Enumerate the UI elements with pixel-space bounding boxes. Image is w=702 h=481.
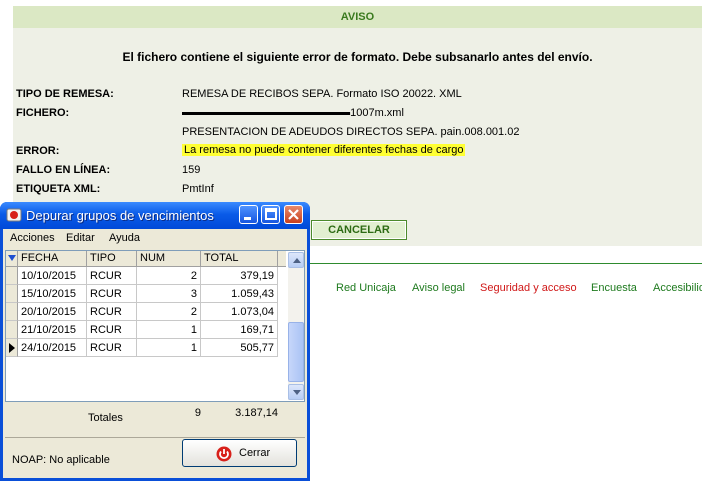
close-window-button[interactable] (284, 205, 303, 224)
header-fecha[interactable]: FECHA (18, 251, 87, 266)
fichero-value: 1007m.xml (182, 107, 404, 119)
table-row[interactable]: 10/10/2015 RCUR 2 379,19 (6, 267, 286, 285)
footer-link-red-unicaja[interactable]: Red Unicaja (336, 282, 396, 294)
cell-num[interactable]: 2 (137, 303, 201, 321)
cell-tipo[interactable]: RCUR (87, 339, 137, 357)
cell-fecha[interactable]: 21/10/2015 (18, 321, 87, 339)
scroll-down-button[interactable] (288, 384, 304, 400)
cell-fecha[interactable]: 24/10/2015 (18, 339, 87, 357)
cell-total[interactable]: 169,71 (201, 321, 278, 339)
fichero-description: PRESENTACION DE ADEUDOS DIRECTOS SEPA. p… (182, 126, 520, 138)
cell-num[interactable]: 2 (137, 267, 201, 285)
row-selector[interactable] (6, 285, 18, 303)
cell-tipo[interactable]: RCUR (87, 267, 137, 285)
arrow-up-icon (293, 258, 301, 263)
cell-fecha[interactable]: 15/10/2015 (18, 285, 87, 303)
cell-total[interactable]: 1.073,04 (201, 303, 278, 321)
cell-tipo[interactable]: RCUR (87, 285, 137, 303)
header-tipo[interactable]: TIPO (87, 251, 137, 266)
totales-total: 3.187,14 (235, 407, 278, 419)
error-message: El fichero contiene el siguiente error d… (122, 50, 593, 64)
vencimientos-grid[interactable]: FECHA TIPO NUM TOTAL 10/10/2015 RCUR 2 379,… (5, 250, 305, 402)
minimize-icon (244, 217, 251, 220)
menu-acciones[interactable]: Acciones (10, 232, 55, 244)
maximize-button[interactable] (261, 205, 280, 224)
cell-fecha[interactable]: 10/10/2015 (18, 267, 87, 285)
noap-label: NOAP: No aplicable (12, 454, 110, 466)
dialog-titlebar[interactable]: Depurar grupos de vencimientos (0, 202, 310, 229)
totales-label: Totales (88, 412, 123, 424)
scroll-up-button[interactable] (288, 252, 304, 268)
fallo-linea-value: 159 (182, 164, 201, 176)
cerrar-label: Cerrar (239, 447, 271, 459)
etiqueta-xml-value: PmtInf (182, 183, 214, 195)
footer-separator (5, 437, 305, 438)
current-row-pointer-icon (9, 343, 15, 353)
menu-ayuda[interactable]: Ayuda (109, 232, 140, 244)
dialog-title: Depurar grupos de vencimientos (26, 208, 214, 223)
fichero-name: 1007m.xml (350, 107, 404, 119)
table-row[interactable]: 20/10/2015 RCUR 2 1.073,04 (6, 303, 286, 321)
footer-link-encuesta[interactable]: Encuesta (591, 282, 637, 294)
tipo-remesa-label: TIPO DE REMESA: (16, 88, 114, 100)
close-icon (288, 209, 299, 220)
dialog-body: Acciones Editar Ayuda FECHA TIPO NUM TOT… (3, 229, 307, 478)
header-total[interactable]: TOTAL (201, 251, 278, 266)
error-label: ERROR: (16, 145, 60, 157)
cell-tipo[interactable]: RCUR (87, 321, 137, 339)
fallo-linea-label: FALLO EN LÍNEA: (16, 164, 111, 176)
row-selector[interactable] (6, 339, 18, 357)
fichero-label: FICHERO: (16, 107, 70, 119)
table-row[interactable]: 15/10/2015 RCUR 3 1.059,43 (6, 285, 286, 303)
row-selector[interactable] (6, 267, 18, 285)
minimize-button[interactable] (239, 205, 258, 224)
footer-link-seguridad[interactable]: Seguridad y acceso (480, 282, 577, 294)
header-num[interactable]: NUM (137, 251, 201, 266)
power-icon (216, 446, 232, 462)
cell-num[interactable]: 1 (137, 339, 201, 357)
row-selector[interactable] (6, 303, 18, 321)
header-indicator-cell[interactable] (6, 251, 18, 266)
aviso-header: AVISO (13, 6, 702, 28)
cell-total[interactable]: 505,77 (201, 339, 278, 357)
menubar: Acciones Editar Ayuda (3, 229, 307, 249)
cerrar-button[interactable]: Cerrar (182, 439, 297, 467)
footer-divider (310, 263, 702, 264)
row-selector[interactable] (6, 321, 18, 339)
cell-total[interactable]: 379,19 (201, 267, 278, 285)
etiqueta-xml-label: ETIQUETA XML: (16, 183, 101, 195)
fichero-redacted (182, 107, 350, 119)
cell-tipo[interactable]: RCUR (87, 303, 137, 321)
cell-fecha[interactable]: 20/10/2015 (18, 303, 87, 321)
footer-link-aviso-legal[interactable]: Aviso legal (412, 282, 465, 294)
cell-total[interactable]: 1.059,43 (201, 285, 278, 303)
app-icon (6, 208, 22, 222)
error-value: La remesa no puede contener diferentes f… (182, 144, 466, 156)
table-row[interactable]: 24/10/2015 RCUR 1 505,77 (6, 339, 286, 357)
maximize-icon (265, 208, 277, 220)
tipo-remesa-value: REMESA DE RECIBOS SEPA. Formato ISO 2002… (182, 88, 462, 100)
menu-editar[interactable]: Editar (66, 232, 95, 244)
totales-num: 9 (194, 407, 201, 419)
error-highlight: La remesa no puede contener diferentes f… (182, 144, 466, 156)
cell-num[interactable]: 3 (137, 285, 201, 303)
arrow-down-icon (293, 390, 301, 395)
footer-link-accesibilidad[interactable]: Accesibilid (653, 282, 702, 294)
cancelar-button[interactable]: CANCELAR (311, 220, 407, 240)
cell-num[interactable]: 1 (137, 321, 201, 339)
grid-header: FECHA TIPO NUM TOTAL (6, 251, 286, 267)
grid-vertical-scrollbar[interactable] (288, 252, 304, 400)
table-row[interactable]: 21/10/2015 RCUR 1 169,71 (6, 321, 286, 339)
depurar-dialog: Depurar grupos de vencimientos Acciones … (0, 202, 310, 481)
sort-down-icon (8, 255, 16, 261)
scroll-thumb[interactable] (288, 322, 304, 382)
